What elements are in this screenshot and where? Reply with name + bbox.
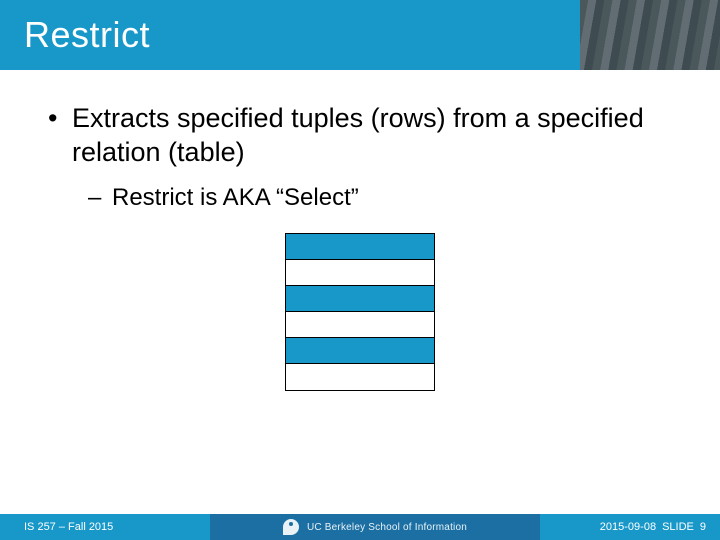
- footer-school-text: UC Berkeley School of Information: [307, 522, 467, 533]
- mini-table: [285, 233, 435, 391]
- footer: IS 257 – Fall 2015 UC Berkeley School of…: [0, 514, 720, 540]
- table-row: [286, 364, 434, 390]
- ischool-logo-icon: [283, 519, 299, 535]
- footer-slide-number: 9: [700, 521, 706, 533]
- table-row: [286, 260, 434, 286]
- table-illustration: [48, 233, 672, 391]
- footer-date: 2015-09-08: [600, 521, 656, 533]
- bullet-dash-icon: –: [88, 182, 112, 213]
- decorative-photo: [580, 0, 720, 70]
- footer-school: UC Berkeley School of Information: [210, 514, 540, 540]
- slide-title: Restrict: [0, 14, 150, 56]
- bullet-dot-icon: •: [48, 102, 72, 170]
- table-row: [286, 234, 434, 260]
- title-bar: Restrict: [0, 0, 720, 70]
- slide-body: • Extracts specified tuples (rows) from …: [0, 74, 720, 391]
- table-row: [286, 338, 434, 364]
- footer-course: IS 257 – Fall 2015: [0, 514, 210, 540]
- slide: Restrict • Extracts specified tuples (ro…: [0, 0, 720, 540]
- table-row: [286, 286, 434, 312]
- footer-slide-label: SLIDE: [662, 521, 694, 533]
- table-row: [286, 312, 434, 338]
- bullet-level-2: – Restrict is AKA “Select”: [48, 182, 672, 213]
- footer-meta: 2015-09-08 SLIDE 9: [540, 514, 720, 540]
- bullet-l1-text: Extracts specified tuples (rows) from a …: [72, 102, 672, 170]
- bullet-level-1: • Extracts specified tuples (rows) from …: [48, 102, 672, 170]
- bullet-l2-text: Restrict is AKA “Select”: [112, 182, 359, 213]
